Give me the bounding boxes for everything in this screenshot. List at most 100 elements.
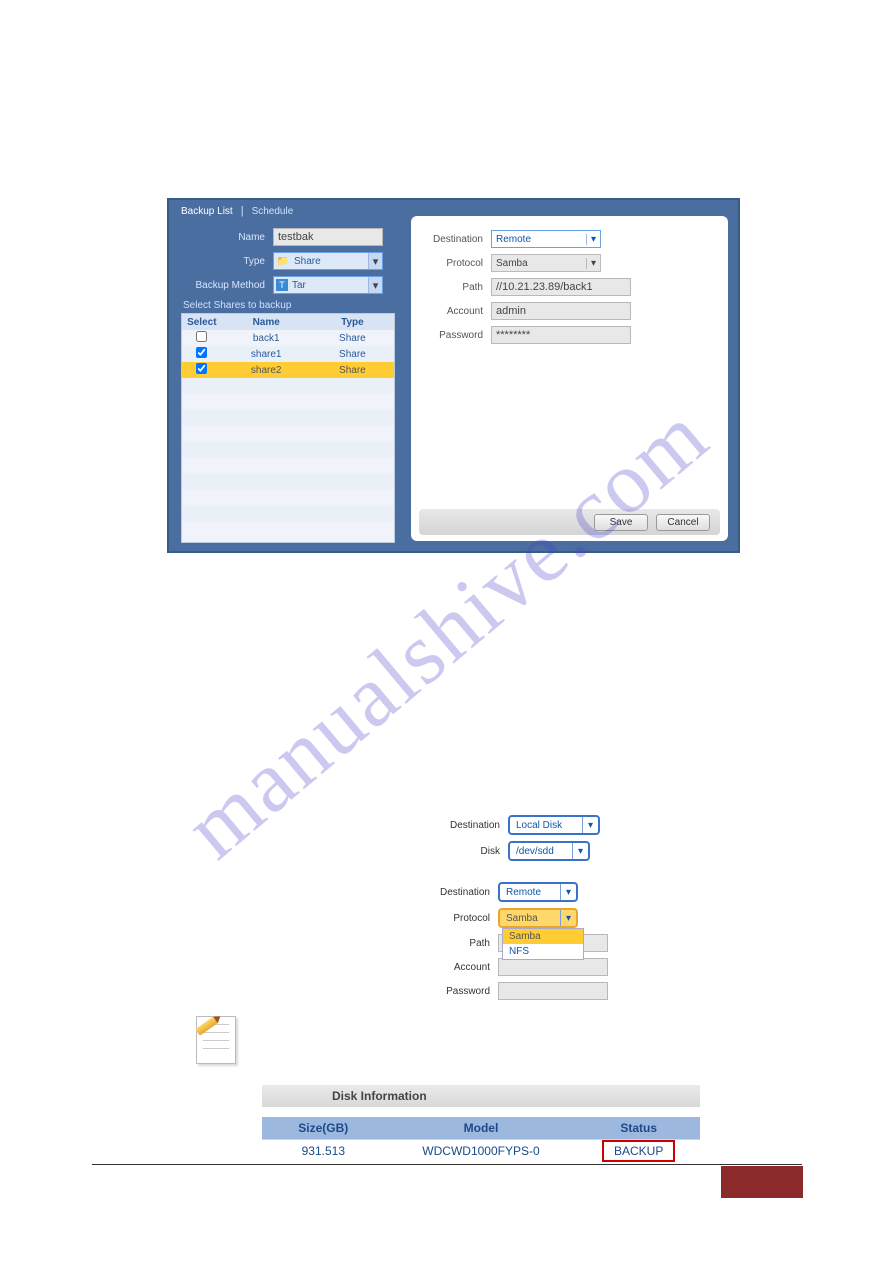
protocol-label: Protocol: [420, 913, 498, 924]
name-label: Name: [181, 232, 273, 243]
destination-label: Destination: [420, 887, 498, 898]
col-size: Size(GB): [262, 1117, 385, 1139]
account-input[interactable]: [491, 302, 631, 320]
disk-table: Size(GB) Model Status 931.513 WDCWD1000F…: [262, 1117, 700, 1163]
dropdown-option-samba[interactable]: Samba: [503, 929, 583, 944]
cancel-button[interactable]: Cancel: [656, 514, 710, 531]
col-type: Type: [311, 317, 394, 328]
table-row-empty: [182, 458, 394, 474]
shares-heading: Select Shares to backup: [183, 300, 399, 311]
destination-select[interactable]: Remote ▾: [491, 230, 601, 248]
disk-value: /dev/sdd: [510, 846, 572, 857]
row-name: share1: [222, 349, 311, 360]
destination-value: Remote: [492, 234, 586, 245]
table-row-empty: [182, 426, 394, 442]
col-model: Model: [385, 1117, 578, 1139]
account-input[interactable]: [498, 958, 608, 976]
name-input[interactable]: [273, 228, 383, 246]
row-checkbox[interactable]: [196, 331, 207, 342]
tab-backup-list[interactable]: Backup List: [177, 205, 237, 218]
account-label: Account: [420, 962, 498, 973]
remote-block: Destination Remote ▾ Protocol Samba ▾ Sa…: [420, 876, 640, 1006]
protocol-value: Samba: [492, 258, 586, 269]
destination-value: Remote: [500, 887, 560, 898]
button-bar: Save Cancel: [419, 509, 720, 535]
protocol-dropdown: Samba NFS: [502, 928, 584, 960]
shares-table: Select Name Type back1 Share share1 Shar…: [181, 313, 395, 543]
path-label: Path: [421, 282, 491, 293]
destination-label: Destination: [421, 234, 491, 245]
dropdown-option-nfs[interactable]: NFS: [503, 944, 583, 959]
table-row-empty: [182, 474, 394, 490]
disk-row: 931.513 WDCWD1000FYPS-0 BACKUP: [262, 1139, 700, 1163]
type-select[interactable]: 📁 Share ▾: [273, 252, 383, 270]
col-select: Select: [182, 317, 222, 328]
disk-info-panel: Disk Information Size(GB) Model Status 9…: [262, 1085, 700, 1163]
protocol-value: Samba: [500, 913, 560, 924]
type-label: Type: [181, 256, 273, 267]
destination-value: Local Disk: [510, 820, 582, 831]
password-input[interactable]: [498, 982, 608, 1000]
table-row-empty: [182, 442, 394, 458]
table-row-empty: [182, 490, 394, 506]
row-type: Share: [311, 333, 394, 344]
chevron-down-icon: ▾: [586, 234, 600, 245]
chevron-down-icon: ▾: [368, 277, 382, 293]
table-row[interactable]: share1 Share: [182, 346, 394, 362]
table-row-empty: [182, 410, 394, 426]
col-status: Status: [577, 1117, 700, 1139]
cell-size: 931.513: [262, 1139, 385, 1163]
method-select[interactable]: T Tar ▾: [273, 276, 383, 294]
chevron-down-icon: ▾: [582, 817, 598, 833]
destination-select[interactable]: Remote ▾: [498, 882, 578, 902]
protocol-label: Protocol: [421, 258, 491, 269]
row-checkbox[interactable]: [196, 347, 207, 358]
table-row-empty: [182, 506, 394, 522]
tab-separator: |: [241, 205, 244, 217]
right-panel: Destination Remote ▾ Protocol Samba ▾ Pa…: [411, 216, 728, 541]
row-name: back1: [222, 333, 311, 344]
method-value: Tar: [290, 280, 368, 291]
row-checkbox[interactable]: [196, 363, 207, 374]
password-input[interactable]: [491, 326, 631, 344]
tab-schedule[interactable]: Schedule: [248, 205, 298, 218]
table-row-empty: [182, 522, 394, 538]
chevron-down-icon: ▾: [368, 253, 382, 269]
path-input[interactable]: [491, 278, 631, 296]
folder-icon: 📁: [276, 254, 290, 268]
chevron-down-icon: ▾: [560, 910, 576, 926]
page-divider: [92, 1164, 802, 1165]
chevron-down-icon: ▾: [586, 258, 600, 269]
account-label: Account: [421, 306, 491, 317]
row-type: Share: [311, 365, 394, 376]
destination-select[interactable]: Local Disk ▾: [508, 815, 600, 835]
table-row-empty: [182, 394, 394, 410]
disk-info-title: Disk Information: [262, 1085, 700, 1107]
type-value: Share: [292, 256, 368, 267]
row-type: Share: [311, 349, 394, 360]
left-panel: Name Type 📁 Share ▾ Backup Method T Tar: [181, 222, 399, 543]
status-badge: BACKUP: [602, 1140, 675, 1162]
backup-dialog: Backup List | Schedule Name Type 📁 Share…: [167, 198, 740, 553]
destination-label: Destination: [430, 820, 508, 831]
cell-model: WDCWD1000FYPS-0: [385, 1139, 578, 1163]
local-disk-block: Destination Local Disk ▾ Disk /dev/sdd ▾: [430, 809, 640, 867]
col-name: Name: [222, 317, 311, 328]
archive-icon: T: [276, 279, 288, 291]
chevron-down-icon: ▾: [572, 843, 588, 859]
method-label: Backup Method: [181, 280, 273, 291]
page-accent-block: [721, 1166, 803, 1198]
disk-label: Disk: [430, 846, 508, 857]
note-icon: [186, 1008, 246, 1068]
protocol-select[interactable]: Samba ▾: [498, 908, 578, 928]
chevron-down-icon: ▾: [560, 884, 576, 900]
password-label: Password: [421, 330, 491, 341]
table-row[interactable]: back1 Share: [182, 330, 394, 346]
disk-select[interactable]: /dev/sdd ▾: [508, 841, 590, 861]
row-name: share2: [222, 365, 311, 376]
table-row[interactable]: share2 Share: [182, 362, 394, 378]
table-row-empty: [182, 378, 394, 394]
save-button[interactable]: Save: [594, 514, 648, 531]
protocol-select[interactable]: Samba ▾: [491, 254, 601, 272]
password-label: Password: [420, 986, 498, 997]
